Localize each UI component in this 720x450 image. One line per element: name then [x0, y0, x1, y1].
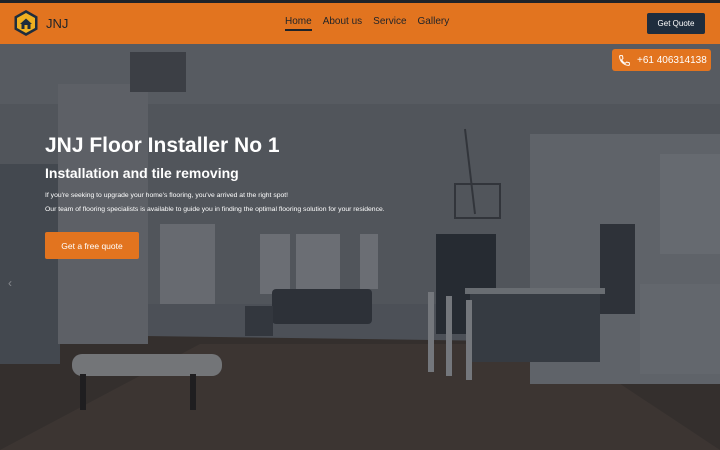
free-quote-button[interactable]: Get a free quote — [45, 232, 139, 259]
nav-gallery[interactable]: Gallery — [418, 16, 450, 31]
hero-description-line1: If you're seeking to upgrade your home's… — [45, 192, 289, 199]
nav-home[interactable]: Home — [285, 16, 312, 31]
phone-icon — [619, 54, 630, 66]
brand[interactable]: JNJ — [12, 9, 68, 37]
house-hexagon-icon — [14, 10, 38, 36]
hero-title: JNJ Floor Installer No 1 — [45, 134, 280, 157]
carousel-prev-arrow-icon[interactable]: ‹ — [8, 276, 12, 290]
navbar: JNJ Home About us Service Gallery Get Qu… — [0, 0, 720, 44]
nav-about-us[interactable]: About us — [323, 16, 362, 31]
nav-links: Home About us Service Gallery — [285, 16, 460, 31]
phone-number: +61 406314138 — [637, 54, 707, 66]
brand-name: JNJ — [46, 15, 69, 31]
hero-subtitle: Installation and tile removing — [45, 165, 239, 181]
nav-service[interactable]: Service — [373, 16, 406, 31]
hero-description-line2: Our team of flooring specialists is avai… — [45, 206, 385, 213]
phone-button[interactable]: +61 406314138 — [612, 49, 711, 71]
get-quote-button[interactable]: Get Quote — [647, 13, 705, 34]
hero-carousel: +61 406314138 JNJ Floor Installer No 1 I… — [0, 44, 720, 450]
